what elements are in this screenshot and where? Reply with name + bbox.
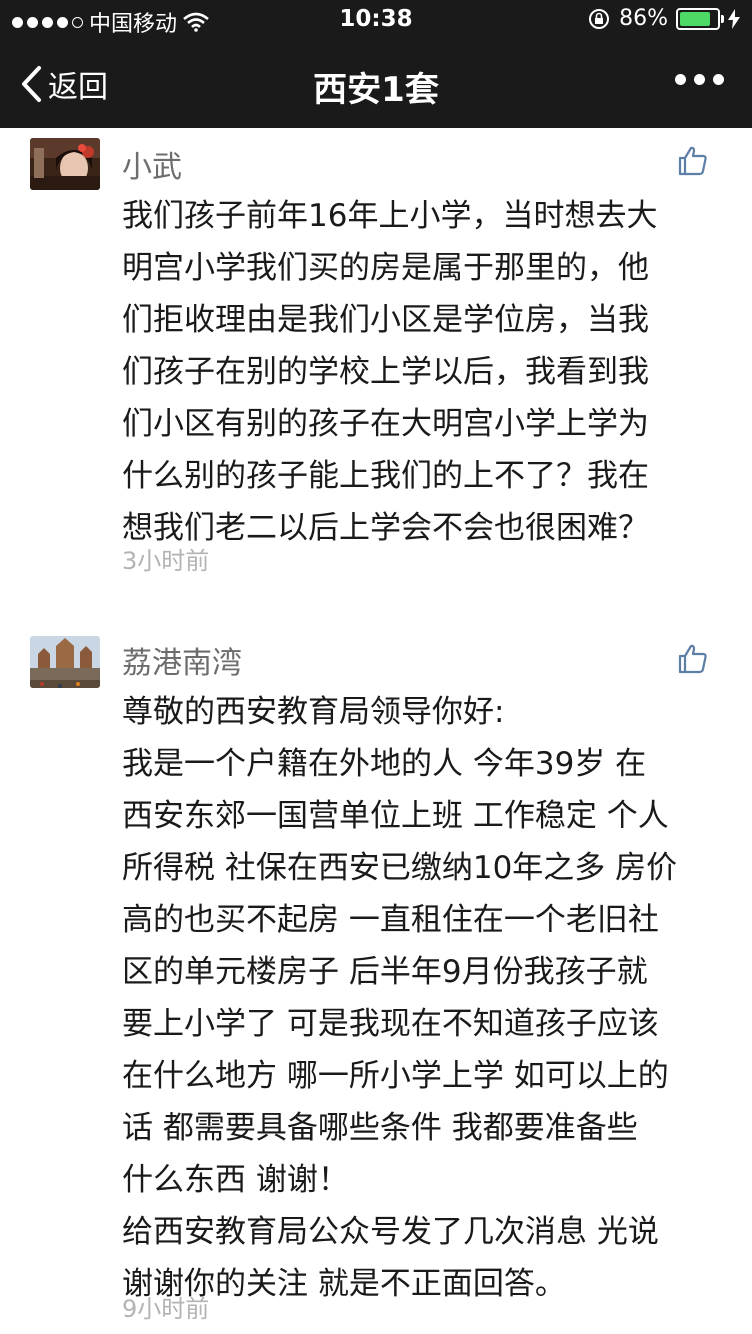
comment-time: 3小时前 — [122, 547, 210, 575]
comment-line: 明宫小学我们买的房是属于那里的，他 — [122, 250, 649, 286]
comment-time: 9小时前 — [122, 1295, 210, 1323]
battery-icon — [676, 7, 724, 30]
comment-item: 荔港南湾 尊敬的西安教育局领导你好: 我是一个户籍在外地的人 今年39岁 在 西… — [0, 628, 752, 1334]
commenter-name: 荔港南湾 — [122, 646, 242, 681]
status-bar: 中国移动 10:38 86% — [0, 0, 752, 40]
battery-percent: 86% — [619, 6, 668, 31]
thumbs-up-icon[interactable] — [676, 642, 710, 676]
comment-line: 想我们老二以后上学会不会也很困难？ — [122, 510, 649, 546]
comment-line: 什么东西 谢谢！ — [122, 1162, 349, 1198]
comment-line: 高的也买不起房 一直租住在一个老旧社 — [122, 902, 659, 938]
navigation-bar: 返回 西安1套 — [0, 40, 752, 128]
comment-line: 要上小学了 可是我现在不知道孩子应该 — [122, 1006, 659, 1042]
comment-line: 什么别的孩子能上我们的上不了？我在 — [122, 458, 649, 494]
comment-line: 区的单元楼房子 后半年9月份我孩子就 — [122, 954, 648, 990]
comment-line: 在什么地方 哪一所小学上学 如可以上的 — [122, 1058, 669, 1094]
comment-line: 我们孩子前年16年上小学，当时想去大 — [122, 198, 658, 234]
comment-line: 谢谢你的关注 就是不正面回答。 — [122, 1266, 566, 1302]
more-dots-icon[interactable] — [675, 74, 724, 85]
comment-line: 们孩子在别的学校上学以后，我看到我 — [122, 354, 649, 390]
comment-body: 我们孩子前年16年上小学，当时想去大 明宫小学我们买的房是属于那里的，他 们拒收… — [122, 190, 722, 554]
rotation-lock-icon — [589, 8, 610, 29]
comment-item: 小武 我们孩子前年16年上小学，当时想去大 明宫小学我们买的房是属于那里的，他 … — [0, 128, 752, 608]
avatar[interactable] — [30, 138, 100, 190]
charging-bolt-icon — [728, 8, 740, 29]
comment-line: 西安东郊一国营单位上班 工作稳定 个人 — [122, 798, 669, 834]
comment-line: 们小区有别的孩子在大明宫小学上学为 — [122, 406, 649, 442]
comment-line: 给西安教育局公众号发了几次消息 光说 — [122, 1214, 659, 1250]
thumbs-up-icon[interactable] — [676, 144, 710, 178]
avatar[interactable] — [30, 636, 100, 688]
comment-line: 所得税 社保在西安已缴纳10年之多 房价 — [122, 850, 678, 886]
comment-line: 话 都需要具备哪些条件 我都要准备些 — [122, 1110, 638, 1146]
comment-line: 们拒收理由是我们小区是学位房，当我 — [122, 302, 649, 338]
comment-line: 尊敬的西安教育局领导你好: — [122, 694, 505, 730]
comment-body: 尊敬的西安教育局领导你好: 我是一个户籍在外地的人 今年39岁 在 西安东郊一国… — [122, 686, 722, 1310]
commenter-name: 小武 — [122, 150, 182, 185]
page-title: 西安1套 — [313, 70, 439, 110]
comment-line: 我是一个户籍在外地的人 今年39岁 在 — [122, 746, 647, 782]
